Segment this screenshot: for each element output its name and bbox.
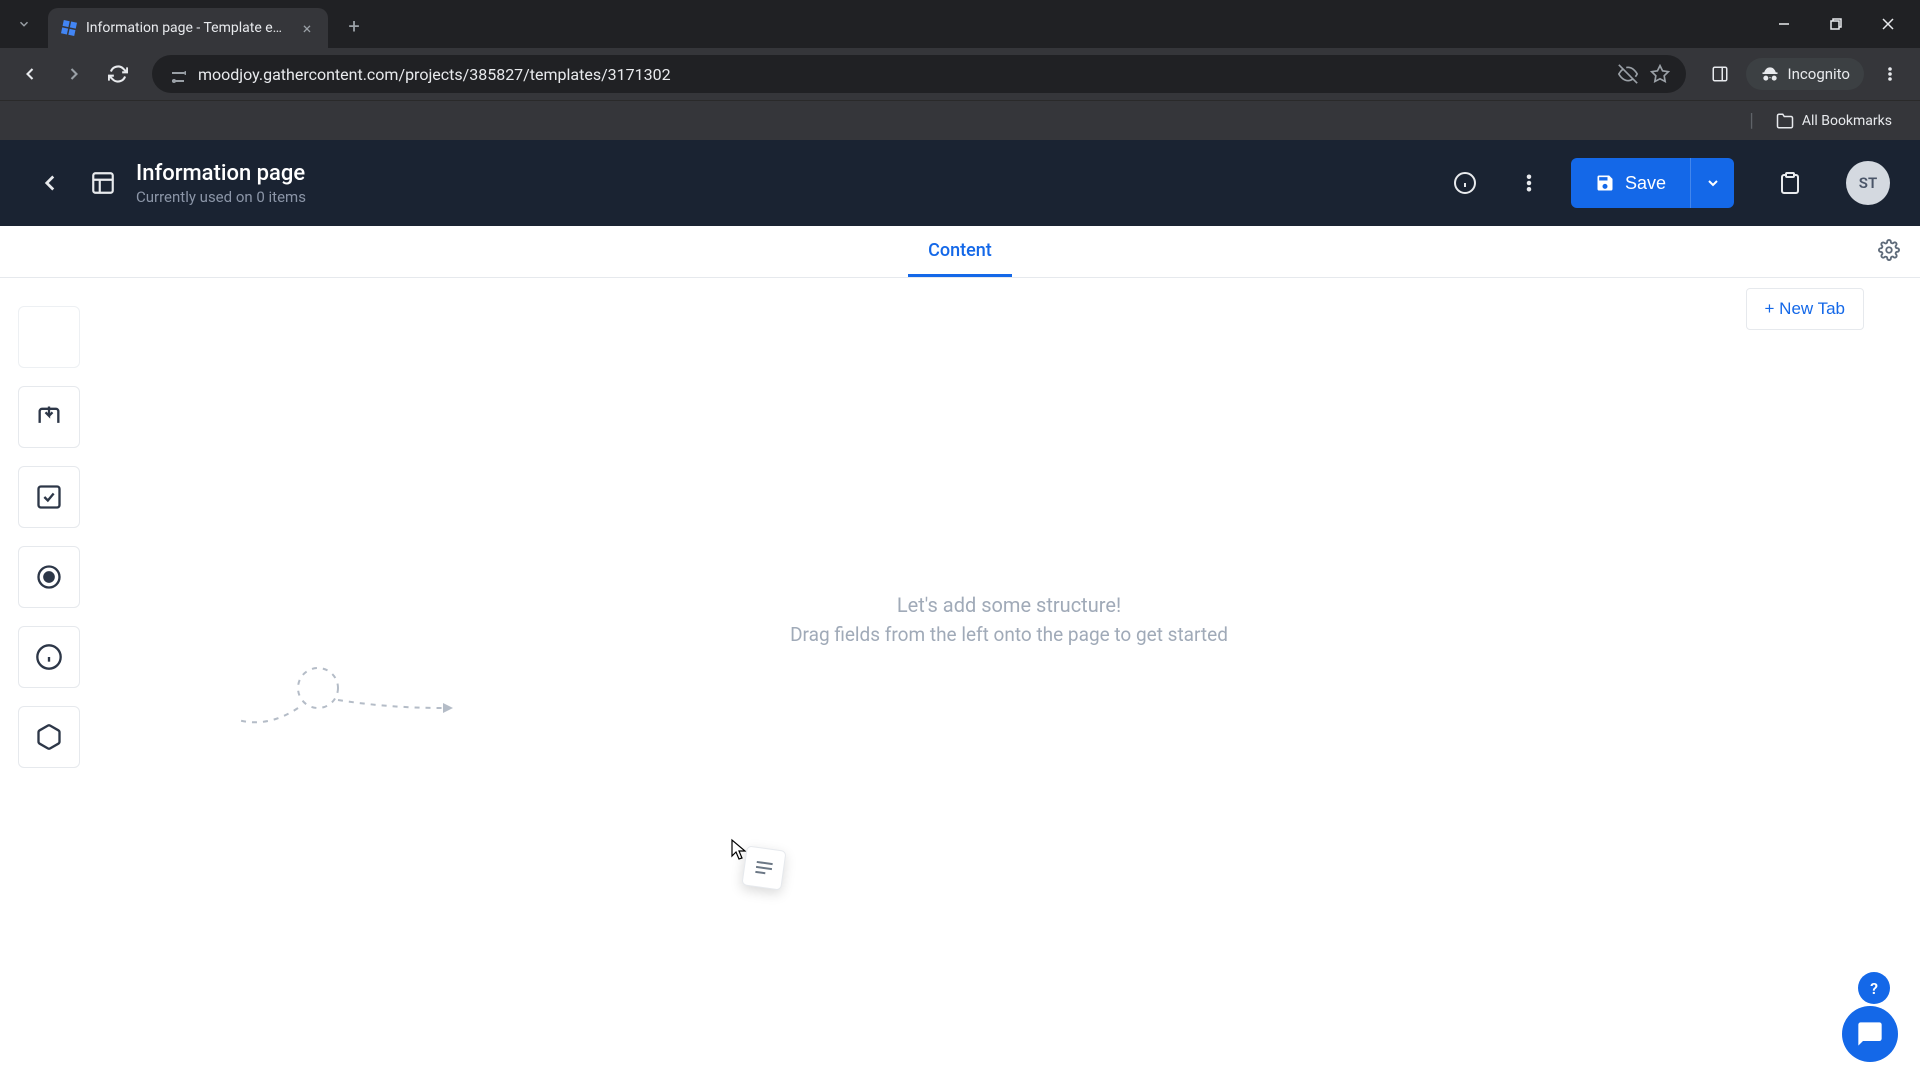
field-component[interactable] bbox=[18, 706, 80, 768]
bookmark-separator: | bbox=[1749, 110, 1753, 131]
chat-icon bbox=[1856, 1020, 1884, 1048]
url-text: moodjoy.gathercontent.com/projects/38582… bbox=[198, 65, 1606, 84]
field-guidelines[interactable] bbox=[18, 626, 80, 688]
forward-button[interactable] bbox=[56, 56, 92, 92]
incognito-icon bbox=[1760, 64, 1780, 84]
back-button[interactable] bbox=[12, 56, 48, 92]
empty-state-title: Let's add some structure! bbox=[790, 593, 1228, 617]
tab-title: Information page - Template e… bbox=[86, 20, 290, 36]
field-attachment[interactable] bbox=[18, 386, 80, 448]
chrome-menu-button[interactable] bbox=[1872, 56, 1908, 92]
field-radio[interactable] bbox=[18, 546, 80, 608]
reload-button[interactable] bbox=[100, 56, 136, 92]
template-subtitle: Currently used on 0 items bbox=[136, 188, 306, 206]
all-bookmarks-label: All Bookmarks bbox=[1802, 113, 1892, 129]
mouse-cursor bbox=[730, 838, 750, 866]
tab-favicon-icon bbox=[60, 19, 78, 37]
minimize-button[interactable] bbox=[1760, 4, 1808, 44]
app-back-button[interactable] bbox=[30, 163, 70, 203]
field-checkbox[interactable] bbox=[18, 466, 80, 528]
template-icon bbox=[90, 170, 116, 196]
maximize-button[interactable] bbox=[1812, 4, 1860, 44]
save-icon bbox=[1595, 173, 1615, 193]
side-panel-icon[interactable] bbox=[1702, 56, 1738, 92]
field-text[interactable] bbox=[18, 306, 80, 368]
save-button[interactable]: Save bbox=[1571, 158, 1690, 208]
clipboard-button[interactable] bbox=[1768, 161, 1812, 205]
site-info-icon[interactable] bbox=[168, 65, 186, 83]
chat-button[interactable] bbox=[1842, 1006, 1898, 1062]
bookmark-star-icon[interactable] bbox=[1650, 64, 1670, 84]
folder-icon bbox=[1776, 112, 1794, 130]
info-button[interactable] bbox=[1443, 161, 1487, 205]
new-tab-button[interactable]: + bbox=[338, 10, 370, 42]
close-window-button[interactable] bbox=[1864, 4, 1912, 44]
incognito-label: Incognito bbox=[1788, 65, 1850, 83]
incognito-badge[interactable]: Incognito bbox=[1746, 58, 1864, 90]
drag-hint-arrow-icon bbox=[208, 658, 468, 748]
tab-content[interactable]: Content bbox=[908, 226, 1012, 277]
more-menu-button[interactable] bbox=[1507, 161, 1551, 205]
empty-state-subtitle: Drag fields from the left onto the page … bbox=[790, 623, 1228, 646]
tab-close-button[interactable]: × bbox=[298, 19, 316, 37]
user-avatar[interactable]: ST bbox=[1846, 161, 1890, 205]
browser-tab[interactable]: Information page - Template e… × bbox=[48, 8, 328, 48]
template-title: Information page bbox=[136, 161, 306, 186]
help-button[interactable]: ? bbox=[1858, 972, 1890, 1004]
eye-off-icon[interactable] bbox=[1618, 64, 1638, 84]
save-label: Save bbox=[1625, 173, 1666, 194]
template-canvas[interactable]: Let's add some structure! Drag fields fr… bbox=[98, 278, 1920, 1080]
all-bookmarks-button[interactable]: All Bookmarks bbox=[1768, 112, 1900, 130]
drag-ghost-icon bbox=[741, 845, 786, 890]
address-bar[interactable]: moodjoy.gathercontent.com/projects/38582… bbox=[152, 55, 1686, 93]
save-dropdown-button[interactable] bbox=[1690, 158, 1734, 208]
search-tabs-button[interactable] bbox=[8, 8, 40, 40]
tab-settings-button[interactable] bbox=[1878, 239, 1900, 265]
avatar-initials: ST bbox=[1859, 174, 1877, 192]
